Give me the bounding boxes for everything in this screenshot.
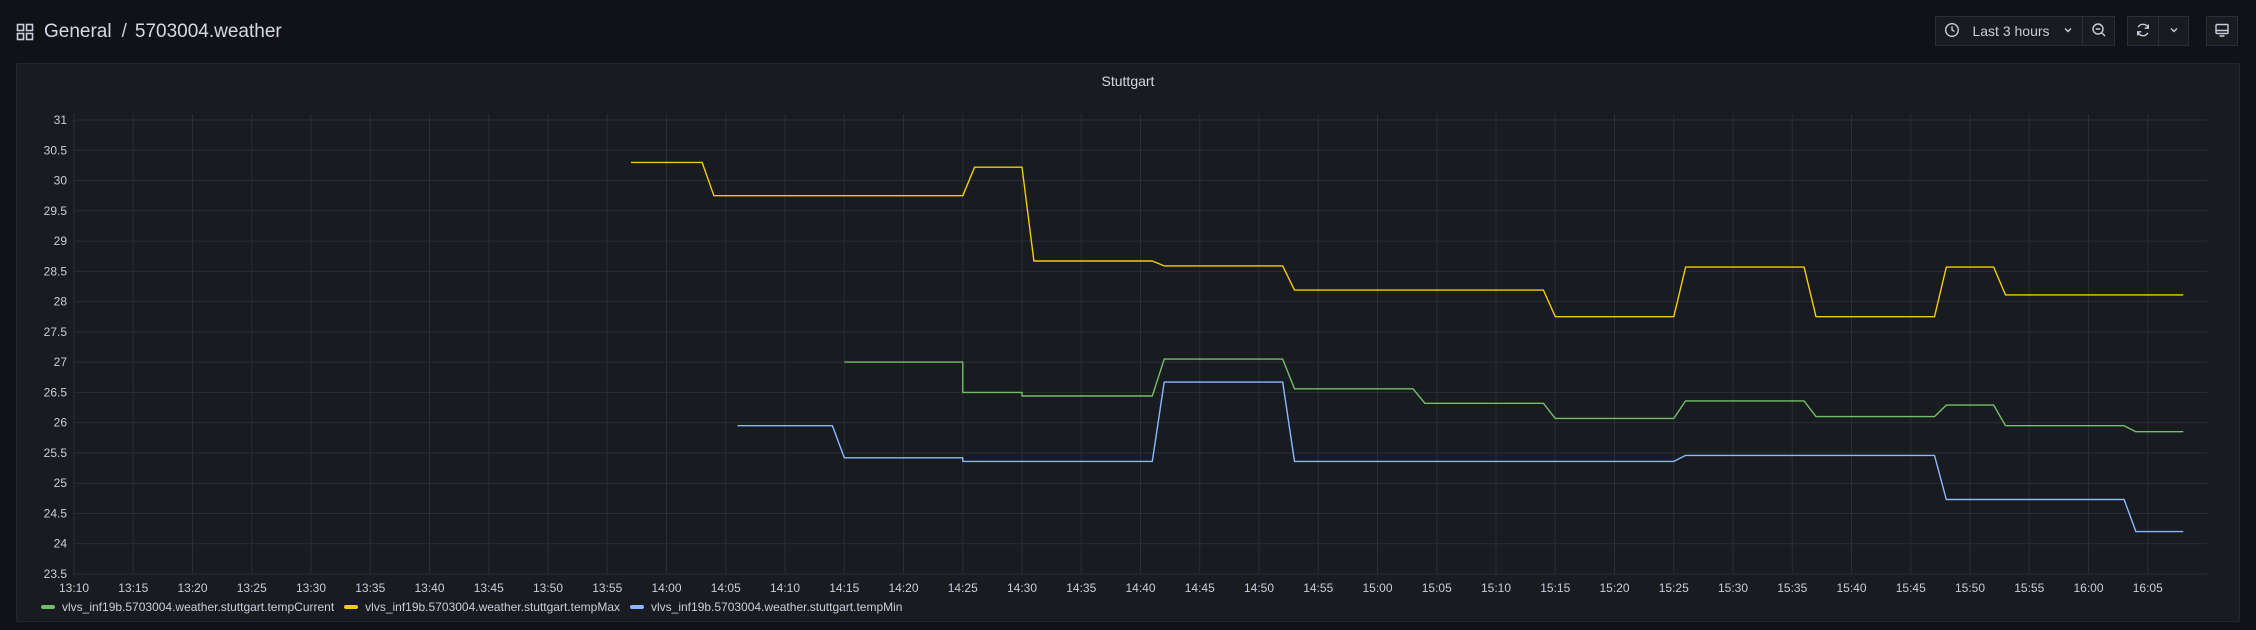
x-tick-label: 14:00: [651, 581, 681, 595]
graph-panel: Stuttgart 31 30.5 30 29.5 29 28.5 28 27.5 27 26.5…: [16, 63, 2240, 622]
x-tick-label: 15:00: [1362, 581, 1392, 595]
y-tick-label: 28: [54, 295, 68, 309]
x-tick-label: 15:15: [1540, 581, 1570, 595]
legend-swatch: [41, 605, 55, 609]
x-tick-label: 14:35: [1066, 581, 1096, 595]
y-tick-label: 23.5: [44, 567, 68, 581]
x-tick-label: 15:55: [2014, 581, 2044, 595]
x-tick-label: 14:30: [1007, 581, 1037, 595]
x-tick-label: 15:45: [1896, 581, 1926, 595]
y-tick-label: 30: [54, 174, 68, 188]
y-tick-label: 25: [54, 476, 68, 490]
y-tick-label: 26.5: [44, 385, 68, 399]
x-tick-label: 16:00: [2073, 581, 2103, 595]
chart-svg[interactable]: 31 30.5 30 29.5 29 28.5 28 27.5 27 26.5 26 25.5 25 24…: [17, 64, 2239, 621]
x-tick-label: 13:20: [177, 581, 207, 595]
chevron-down-icon: [2168, 23, 2180, 39]
x-tick-label: 14:20: [888, 581, 918, 595]
x-tick-label: 15:50: [1955, 581, 1985, 595]
x-tick-label: 13:40: [414, 581, 444, 595]
y-tick-label: 28.5: [44, 264, 68, 278]
x-tick-label: 14:15: [829, 581, 859, 595]
grid-icon[interactable]: [16, 23, 34, 41]
legend-item[interactable]: vlvs_inf19b.5703004.weather.stuttgart.te…: [41, 600, 334, 614]
refresh-interval-dropdown[interactable]: [2159, 16, 2189, 46]
x-tick-label: 13:45: [474, 581, 504, 595]
x-tick-label: 14:45: [1185, 581, 1215, 595]
x-tick-label: 13:15: [118, 581, 148, 595]
x-tick-label: 14:55: [1303, 581, 1333, 595]
refresh-button[interactable]: [2127, 16, 2159, 46]
legend-swatch: [344, 605, 359, 609]
refresh-controls: [2127, 16, 2189, 46]
legend-swatch: [630, 605, 644, 609]
y-tick-label: 26: [54, 416, 68, 430]
monitor-icon: [2214, 22, 2230, 41]
x-tick-label: 14:50: [1244, 581, 1274, 595]
x-tick-label: 13:55: [592, 581, 622, 595]
x-tick-label: 15:10: [1481, 581, 1511, 595]
series-line-0: [844, 358, 2184, 433]
legend-item[interactable]: vlvs_inf19b.5703004.weather.stuttgart.te…: [630, 600, 902, 614]
dashboard-title[interactable]: 5703004.weather: [135, 21, 282, 43]
legend-label: vlvs_inf19b.5703004.weather.stuttgart.te…: [651, 600, 903, 614]
time-controls: Last 3 hours: [1935, 16, 2115, 46]
y-tick-label: 29: [54, 234, 68, 248]
x-tick-label: 13:50: [533, 581, 563, 595]
breadcrumb: General / 5703004.weather: [16, 19, 282, 45]
x-tick-label: 15:30: [1718, 581, 1748, 595]
x-tick-label: 14:05: [711, 581, 741, 595]
y-tick-label: 29.5: [44, 204, 68, 218]
x-tick-label: 14:40: [1125, 581, 1155, 595]
x-tick-label: 15:35: [1777, 581, 1807, 595]
x-tick-label: 16:05: [2133, 581, 2163, 595]
x-tick-label: 13:25: [237, 581, 267, 595]
x-tick-label: 14:10: [770, 581, 800, 595]
x-tick-label: 13:35: [355, 581, 385, 595]
y-tick-label: 30.5: [44, 143, 68, 157]
view-mode-button[interactable]: [2206, 16, 2238, 46]
top-navbar: General / 5703004.weather Last 3 hours: [0, 0, 2256, 62]
y-tick-label: 27.5: [44, 325, 68, 339]
breadcrumb-separator: /: [121, 21, 127, 42]
y-tick-label: 25.5: [44, 446, 68, 460]
time-range-label: Last 3 hours: [1972, 23, 2050, 39]
x-tick-label: 15:05: [1422, 581, 1452, 595]
x-tick-label: 13:10: [59, 581, 89, 595]
y-tick-label: 24.5: [44, 506, 68, 520]
legend-label: vlvs_inf19b.5703004.weather.stuttgart.te…: [365, 600, 620, 614]
y-tick-label: 27: [54, 355, 68, 369]
breadcrumb-folder-link[interactable]: General: [44, 21, 112, 43]
time-range-picker-button[interactable]: Last 3 hours: [1935, 16, 2083, 46]
chart-legend: vlvs_inf19b.5703004.weather.stuttgart.te…: [41, 600, 912, 614]
x-tick-label: 15:25: [1659, 581, 1689, 595]
x-tick-label: 15:20: [1599, 581, 1629, 595]
series-line-1: [631, 161, 2184, 318]
x-tick-label: 13:30: [296, 581, 326, 595]
y-tick-label: 31: [54, 113, 68, 127]
y-tick-label: 24: [54, 537, 68, 551]
x-tick-label: 15:40: [1836, 581, 1866, 595]
view-controls: [2206, 16, 2238, 46]
legend-item[interactable]: vlvs_inf19b.5703004.weather.stuttgart.te…: [344, 600, 620, 614]
chevron-down-icon: [2062, 23, 2074, 39]
zoom-out-icon: [2091, 22, 2107, 41]
refresh-icon: [2135, 22, 2151, 41]
zoom-out-button[interactable]: [2083, 16, 2115, 46]
clock-icon: [1944, 22, 1960, 41]
legend-label: vlvs_inf19b.5703004.weather.stuttgart.te…: [62, 600, 335, 614]
x-tick-label: 14:25: [948, 581, 978, 595]
